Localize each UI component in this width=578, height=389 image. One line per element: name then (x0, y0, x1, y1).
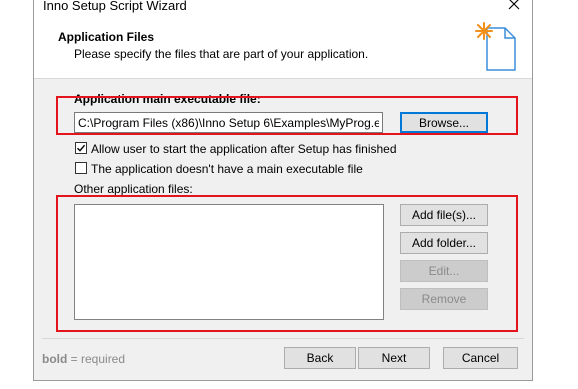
legend-text: = required (67, 352, 126, 366)
add-files-button[interactable]: Add file(s)... (400, 204, 488, 226)
wizard-window: Inno Setup Script Wizard Application Fil… (33, 0, 533, 381)
window-title: Inno Setup Script Wizard (43, 0, 187, 13)
no-main-exe-label[interactable]: The application doesn't have a main exec… (91, 162, 363, 176)
next-button[interactable]: Next (358, 347, 430, 369)
wizard-document-icon (474, 21, 520, 76)
page-subtitle: Please specify the files that are part o… (74, 47, 369, 61)
page-title: Application Files (58, 30, 155, 44)
no-main-exe-checkbox[interactable] (75, 162, 87, 174)
checkmark-icon (77, 144, 86, 152)
title-bar[interactable]: Inno Setup Script Wizard (34, 0, 532, 15)
footer-divider (42, 338, 524, 339)
other-files-label: Other application files: (74, 182, 193, 196)
legend-bold: bold (42, 352, 68, 366)
close-icon[interactable] (506, 0, 522, 12)
other-files-list[interactable] (74, 204, 384, 320)
main-exe-input[interactable] (74, 112, 383, 133)
required-legend: bold = required (42, 352, 125, 366)
remove-button[interactable]: Remove (400, 288, 488, 310)
back-button[interactable]: Back (284, 347, 356, 369)
browse-button[interactable]: Browse... (400, 112, 488, 133)
page-header: Application Files Please specify the fil… (34, 15, 532, 79)
edit-button[interactable]: Edit... (400, 260, 488, 282)
allow-start-label[interactable]: Allow user to start the application afte… (91, 142, 397, 156)
main-exe-label: Application main executable file: (74, 92, 261, 106)
add-folder-button[interactable]: Add folder... (400, 232, 488, 254)
allow-start-checkbox[interactable] (75, 142, 87, 154)
cancel-button[interactable]: Cancel (443, 347, 518, 369)
